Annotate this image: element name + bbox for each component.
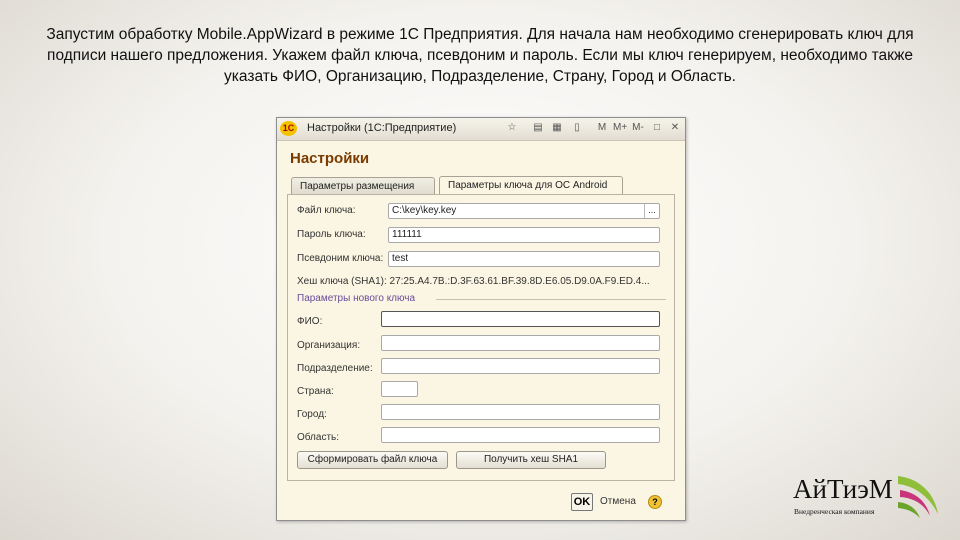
- generate-key-button[interactable]: Сформировать файл ключа: [297, 451, 448, 469]
- region-input[interactable]: [381, 427, 660, 443]
- key-file-value: C:\key\key.key: [392, 205, 457, 216]
- country-label: Страна:: [297, 386, 334, 397]
- key-password-input[interactable]: 111111: [388, 227, 660, 243]
- city-input[interactable]: [381, 404, 660, 420]
- tab-android-key[interactable]: Параметры ключа для ОС Android: [439, 176, 623, 194]
- tab-placement[interactable]: Параметры размещения: [291, 177, 435, 194]
- close-icon[interactable]: ✕: [668, 121, 682, 135]
- help-icon[interactable]: ?: [648, 495, 662, 509]
- department-input[interactable]: [381, 358, 660, 374]
- settings-window: 1С Настройки (1С:Предприятие) ☆ ▤ ▦ ▯ M …: [276, 117, 686, 521]
- key-alias-input[interactable]: test: [388, 251, 660, 267]
- organization-input[interactable]: [381, 335, 660, 351]
- calc-icon[interactable]: ▤: [531, 121, 545, 135]
- key-file-label: Файл ключа:: [297, 205, 356, 216]
- key-alias-label: Псевдоним ключа:: [297, 253, 384, 264]
- window-title: Настройки (1С:Предприятие): [307, 122, 457, 134]
- slide-caption: Запустим обработку Mobile.AppWizard в ре…: [46, 26, 914, 85]
- new-key-group-title: Параметры нового ключа: [297, 293, 416, 304]
- key-file-input[interactable]: C:\key\key.key ...: [388, 203, 660, 219]
- form-title: Настройки: [290, 150, 370, 167]
- brand-name: АйТиэМ: [793, 474, 893, 504]
- fio-input[interactable]: [381, 311, 660, 327]
- memory-plus-icon[interactable]: M+: [613, 121, 627, 135]
- city-label: Город:: [297, 409, 327, 420]
- group-divider: [436, 299, 666, 300]
- memory-minus-icon[interactable]: M-: [631, 121, 645, 135]
- organization-label: Организация:: [297, 340, 361, 351]
- tab-panel: Файл ключа: C:\key\key.key ... Пароль кл…: [287, 194, 675, 481]
- calendar-icon[interactable]: ▦: [550, 121, 564, 135]
- cancel-button[interactable]: Отмена: [600, 496, 636, 507]
- get-hash-button[interactable]: Получить хеш SHA1: [456, 451, 606, 469]
- fio-label: ФИО:: [297, 316, 323, 327]
- brand-swoosh-logo-icon: [898, 476, 938, 518]
- ok-button[interactable]: OK: [571, 493, 593, 511]
- key-hash-line: Хеш ключа (SHA1): 27:25.A4.7B.:D.3F.63.6…: [297, 276, 650, 287]
- maximize-icon[interactable]: □: [650, 121, 664, 135]
- favorites-icon[interactable]: ☆: [505, 121, 519, 135]
- browse-button[interactable]: ...: [644, 204, 659, 218]
- department-label: Подразделение:: [297, 363, 373, 374]
- country-input[interactable]: [381, 381, 418, 397]
- document-icon[interactable]: ▯: [570, 121, 584, 135]
- key-password-label: Пароль ключа:: [297, 229, 366, 240]
- 1c-logo-icon: 1С: [280, 121, 297, 136]
- region-label: Область:: [297, 432, 340, 443]
- memory-m-icon[interactable]: M: [595, 121, 609, 135]
- brand-subtitle: Внедренческая компания: [794, 507, 875, 516]
- window-titlebar: 1С Настройки (1С:Предприятие) ☆ ▤ ▦ ▯ M …: [277, 118, 685, 141]
